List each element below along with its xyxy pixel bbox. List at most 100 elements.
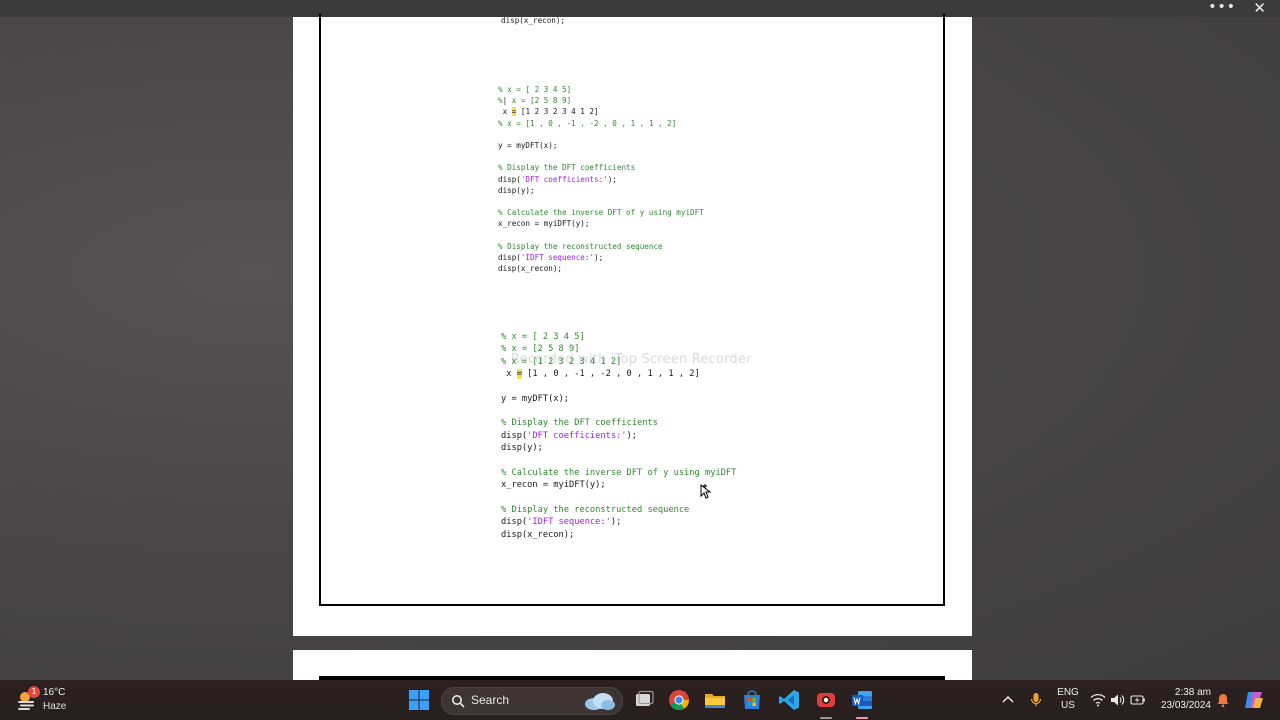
code-fragment-top: disp(x_recon); — [501, 15, 565, 26]
code-token: % Display the reconstructed sequence — [498, 241, 663, 251]
code-token: x — [498, 107, 512, 117]
code-line: % Display the DFT coefficients — [498, 162, 704, 173]
code-token: ); — [594, 252, 604, 262]
chrome-icon[interactable] — [667, 688, 691, 712]
vscode-icon[interactable] — [777, 688, 801, 712]
code-token: x_recon = myiDFT(y); — [501, 480, 606, 491]
code-line: disp('DFT coefficients:'); — [498, 174, 704, 185]
language-indicator[interactable]: ENG US — [1057, 686, 1079, 712]
code-line: disp(x_recon); — [501, 529, 736, 541]
code-token: ); — [607, 174, 617, 184]
close-button[interactable]: ✕ — [1253, 0, 1266, 16]
code-token: % x = [ 2 3 4 5] — [501, 332, 585, 342]
clock-date: 23/03/2024 — [1160, 700, 1211, 711]
copilot-icon[interactable] — [1242, 688, 1266, 712]
code-token: % Calculate the inverse DFT of y using m… — [498, 208, 704, 218]
recorder-watermark: Recorded with iTop Screen Recorder — [511, 352, 752, 367]
code-token: ); — [626, 430, 638, 441]
code-token: disp(x_recon); — [501, 16, 566, 25]
file-explorer-icon[interactable] — [703, 688, 727, 712]
code-line: x = [1 2 3 2 3 4 1 2] — [498, 106, 704, 117]
code-line: % Display the reconstructed sequence — [501, 504, 736, 516]
code-line: disp('DFT coefficients:'); — [501, 430, 736, 442]
microphone-icon[interactable] — [1028, 688, 1044, 712]
clock-time: 2:38 am — [1174, 687, 1211, 698]
code-token: 'DFT coefficients:' — [527, 430, 627, 441]
search-highlight-icon — [585, 693, 615, 710]
code-token: 'IDFT sequence:' — [520, 252, 595, 262]
code-token: disp(y); — [498, 185, 535, 195]
code-block-1: % x = [ 2 3 4 5] %| x = [2 5 8 9] x = [1 … — [498, 84, 704, 274]
code-token: y = myDFT(x); — [501, 393, 569, 404]
code-line: y = myDFT(x); — [501, 393, 736, 405]
code-token: disp( — [501, 517, 528, 528]
wifi-icon[interactable] — [1090, 688, 1106, 712]
code-line: disp('IDFT sequence:'); — [498, 252, 704, 263]
code-line: disp('IDFT sequence:'); — [501, 516, 736, 528]
code-line: % Display the DFT coefficients — [501, 417, 736, 429]
code-token: disp(x_recon); — [498, 264, 563, 273]
word-icon[interactable] — [850, 688, 874, 712]
more-options-button[interactable]: ••• — [1208, 0, 1236, 14]
code-token: y = myDFT(x); — [498, 140, 558, 150]
store-icon[interactable] — [740, 688, 764, 712]
code-token: % Display the DFT coefficients — [501, 418, 658, 429]
weather-temperature: 16°C — [43, 687, 66, 698]
code-line: x = [1 , 0 , -1 , -2 , 0 , 1 , 1 , 2] — [501, 368, 736, 380]
clock[interactable]: 2:38 am 23/03/2024 — [1154, 686, 1211, 712]
code-token: % x = [1 , 0 , -1 , -2 , 0 , 1 , 1 , 2] — [498, 118, 677, 128]
code-token: x — [501, 369, 517, 380]
code-token: disp( — [501, 430, 528, 441]
move-cursor-icon — [700, 484, 712, 499]
code-token: disp(x_recon); — [501, 529, 575, 540]
code-token: % Display the reconstructed sequence — [501, 504, 690, 515]
search-input[interactable]: Search — [441, 687, 623, 715]
code-line: disp(y); — [498, 185, 704, 196]
code-line: %| x = [2 5 8 9] — [498, 95, 704, 106]
code-line: % Calculate the inverse DFT of y using m… — [501, 467, 736, 479]
code-line: disp(y); — [501, 442, 736, 454]
code-line: disp(x_recon); — [501, 15, 565, 26]
search-label: Search — [471, 693, 510, 707]
battery-icon[interactable] — [1130, 688, 1146, 712]
code-line: % x = [1 , 0 , -1 , -2 , 0 , 1 , 1 , 2] — [498, 118, 704, 129]
code-token: x = [2 5 8 9] — [507, 96, 572, 106]
code-token: ); — [610, 517, 622, 528]
code-token: [1 , 0 , -1 , -2 , 0 , 1 , 1 , 2] — [521, 369, 700, 380]
code-token: 'IDFT sequence:' — [527, 517, 611, 528]
code-line: y = myDFT(x); — [498, 140, 704, 151]
code-token: disp( — [498, 174, 521, 184]
task-view-icon[interactable] — [632, 688, 656, 712]
code-token: x_recon = myiDFT(y); — [498, 219, 590, 229]
volume-icon[interactable] — [1110, 688, 1126, 712]
code-line: x_recon = myiDFT(y); — [498, 218, 704, 229]
show-hidden-icons-chevron-icon[interactable] — [1000, 688, 1016, 712]
code-token: disp(y); — [501, 443, 543, 454]
notification-bell-icon[interactable] — [1215, 688, 1231, 712]
word-active-indicator — [856, 717, 868, 719]
code-token: [1 2 3 2 3 4 1 2] — [516, 107, 599, 117]
weather-condition: Haze — [43, 701, 67, 712]
start-icon[interactable] — [407, 688, 431, 712]
region-code: US — [1061, 700, 1075, 711]
taskbar: 1 16°C Haze Search ENG US 2:38 am 23/03/… — [0, 680, 1280, 720]
code-token: disp( — [498, 252, 521, 262]
weather-widget[interactable]: 1 16°C Haze — [16, 686, 106, 716]
code-line: % x = [ 2 3 4 5] — [498, 84, 704, 95]
search-icon — [452, 695, 465, 708]
code-token: % Calculate the inverse DFT of y using m… — [501, 467, 737, 478]
code-line: % Display the reconstructed sequence — [498, 241, 704, 252]
code-line: % x = [ 2 3 4 5] — [501, 331, 736, 343]
code-token: 'DFT coefficients:' — [520, 174, 608, 184]
language-code: ENG — [1057, 687, 1079, 698]
recorder-running-indicator — [820, 717, 832, 719]
screen-recorder-icon[interactable] — [814, 688, 838, 712]
code-token: % Display the DFT coefficients — [498, 163, 636, 173]
code-line: % Calculate the inverse DFT of y using m… — [498, 207, 704, 218]
